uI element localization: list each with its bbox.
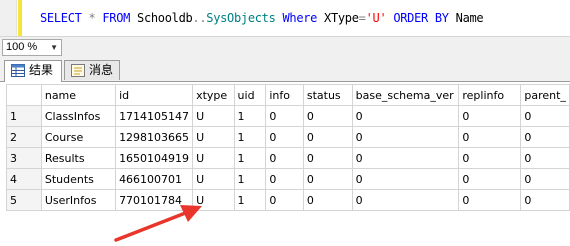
sql-star: * [88,11,96,25]
sql-keyword-orderby: ORDER BY [393,11,449,25]
sql-query-text[interactable]: SELECT * FROM Schooldb..SysObjects Where… [40,11,484,25]
chevron-down-icon[interactable]: ▼ [50,40,58,55]
table-row[interactable]: 4 Students 466100701 U 1 0 0 0 0 0 [6,168,570,190]
grid-results-icon [11,64,25,77]
cell-info[interactable]: 0 [265,168,304,190]
tab-messages-label: 消息 [89,63,114,77]
header-rownum[interactable] [6,84,42,106]
cell-xtype[interactable]: U [192,126,235,148]
row-number[interactable]: 1 [6,105,42,127]
cell-info[interactable]: 0 [265,126,304,148]
cell-replinfo[interactable]: 0 [458,168,522,190]
table-row[interactable]: 1 ClassInfos 1714105147 U 1 0 0 0 0 0 [6,105,570,127]
cell-replinfo[interactable]: 0 [458,126,522,148]
row-number[interactable]: 2 [6,126,42,148]
cell-status[interactable]: 0 [302,126,353,148]
cell-replinfo[interactable]: 0 [458,105,522,127]
sql-editor[interactable]: SELECT * FROM Schooldb..SysObjects Where… [0,0,570,36]
header-name[interactable]: name [40,84,117,106]
cell-parent[interactable]: 0 [520,147,570,169]
cell-name[interactable]: Results [40,147,117,169]
zoom-select[interactable]: 100 % ▼ [2,39,62,56]
cell-uid[interactable]: 1 [233,168,267,190]
sql-keyword-from: FROM [102,11,131,25]
cell-base-schema-ver[interactable]: 0 [351,126,460,148]
change-marker-bar [18,0,22,36]
header-parent[interactable]: parent_ [520,84,570,106]
sql-table: SysObjects [206,11,276,25]
header-replinfo[interactable]: replinfo [458,84,522,106]
cell-uid[interactable]: 1 [233,105,267,127]
sql-keyword-where: Where [282,11,318,25]
results-tabstrip: 结果 消息 [0,57,570,82]
red-arrow-icon [114,205,202,242]
cell-status[interactable]: 0 [302,147,353,169]
cell-replinfo[interactable]: 0 [458,189,522,211]
tab-results[interactable]: 结果 [4,60,62,82]
row-number[interactable]: 4 [6,168,42,190]
sql-equals: = [358,11,366,25]
cell-xtype[interactable]: U [192,147,235,169]
cell-info[interactable]: 0 [265,105,304,127]
row-number[interactable]: 5 [6,189,42,211]
cell-parent[interactable]: 0 [520,189,570,211]
table-row[interactable]: 3 Results 1650104919 U 1 0 0 0 0 0 [6,147,570,169]
cell-base-schema-ver[interactable]: 0 [351,147,460,169]
cell-base-schema-ver[interactable]: 0 [351,105,460,127]
grid-header-row: name id xtype uid info status base_schem… [6,84,570,106]
cell-xtype[interactable]: U [192,105,235,127]
cell-info[interactable]: 0 [265,147,304,169]
sql-order-column: Name [455,11,484,25]
table-row[interactable]: 2 Course 1298103665 U 1 0 0 0 0 0 [6,126,570,148]
cell-xtype[interactable]: U [192,168,235,190]
cell-id[interactable]: 1714105147 [115,105,194,127]
tab-messages[interactable]: 消息 [64,60,120,80]
cell-replinfo[interactable]: 0 [458,147,522,169]
header-uid[interactable]: uid [233,84,267,106]
cell-uid[interactable]: 1 [233,147,267,169]
zoom-value: 100 % [6,41,38,53]
sql-string-literal: 'U' [365,11,387,25]
sql-database: Schooldb [137,11,193,25]
cell-id[interactable]: 1650104919 [115,147,194,169]
sql-dots: .. [192,11,207,25]
cell-parent[interactable]: 0 [520,168,570,190]
header-base-schema-ver[interactable]: base_schema_ver [351,84,460,106]
sql-keyword-select: SELECT [40,11,82,25]
cell-parent[interactable]: 0 [520,105,570,127]
cell-base-schema-ver[interactable]: 0 [351,189,460,211]
zoom-bar: 100 % ▼ [0,36,570,58]
messages-icon [71,64,85,77]
sql-column: XType [324,11,359,25]
header-status[interactable]: status [302,84,353,106]
header-xtype[interactable]: xtype [192,84,235,106]
cell-status[interactable]: 0 [302,105,353,127]
cell-id[interactable]: 1298103665 [115,126,194,148]
cell-name[interactable]: Course [40,126,117,148]
tab-results-label: 结果 [29,63,54,77]
cell-parent[interactable]: 0 [520,126,570,148]
cell-base-schema-ver[interactable]: 0 [351,168,460,190]
header-id[interactable]: id [115,84,194,106]
cell-uid[interactable]: 1 [233,126,267,148]
cell-status[interactable]: 0 [302,189,353,211]
cell-name[interactable]: Students [40,168,117,190]
cell-name[interactable]: UserInfos [40,189,117,211]
cell-name[interactable]: ClassInfos [40,105,117,127]
cell-status[interactable]: 0 [302,168,353,190]
row-number[interactable]: 3 [6,147,42,169]
cell-id[interactable]: 466100701 [115,168,194,190]
header-info[interactable]: info [265,84,304,106]
editor-gutter [0,0,17,36]
